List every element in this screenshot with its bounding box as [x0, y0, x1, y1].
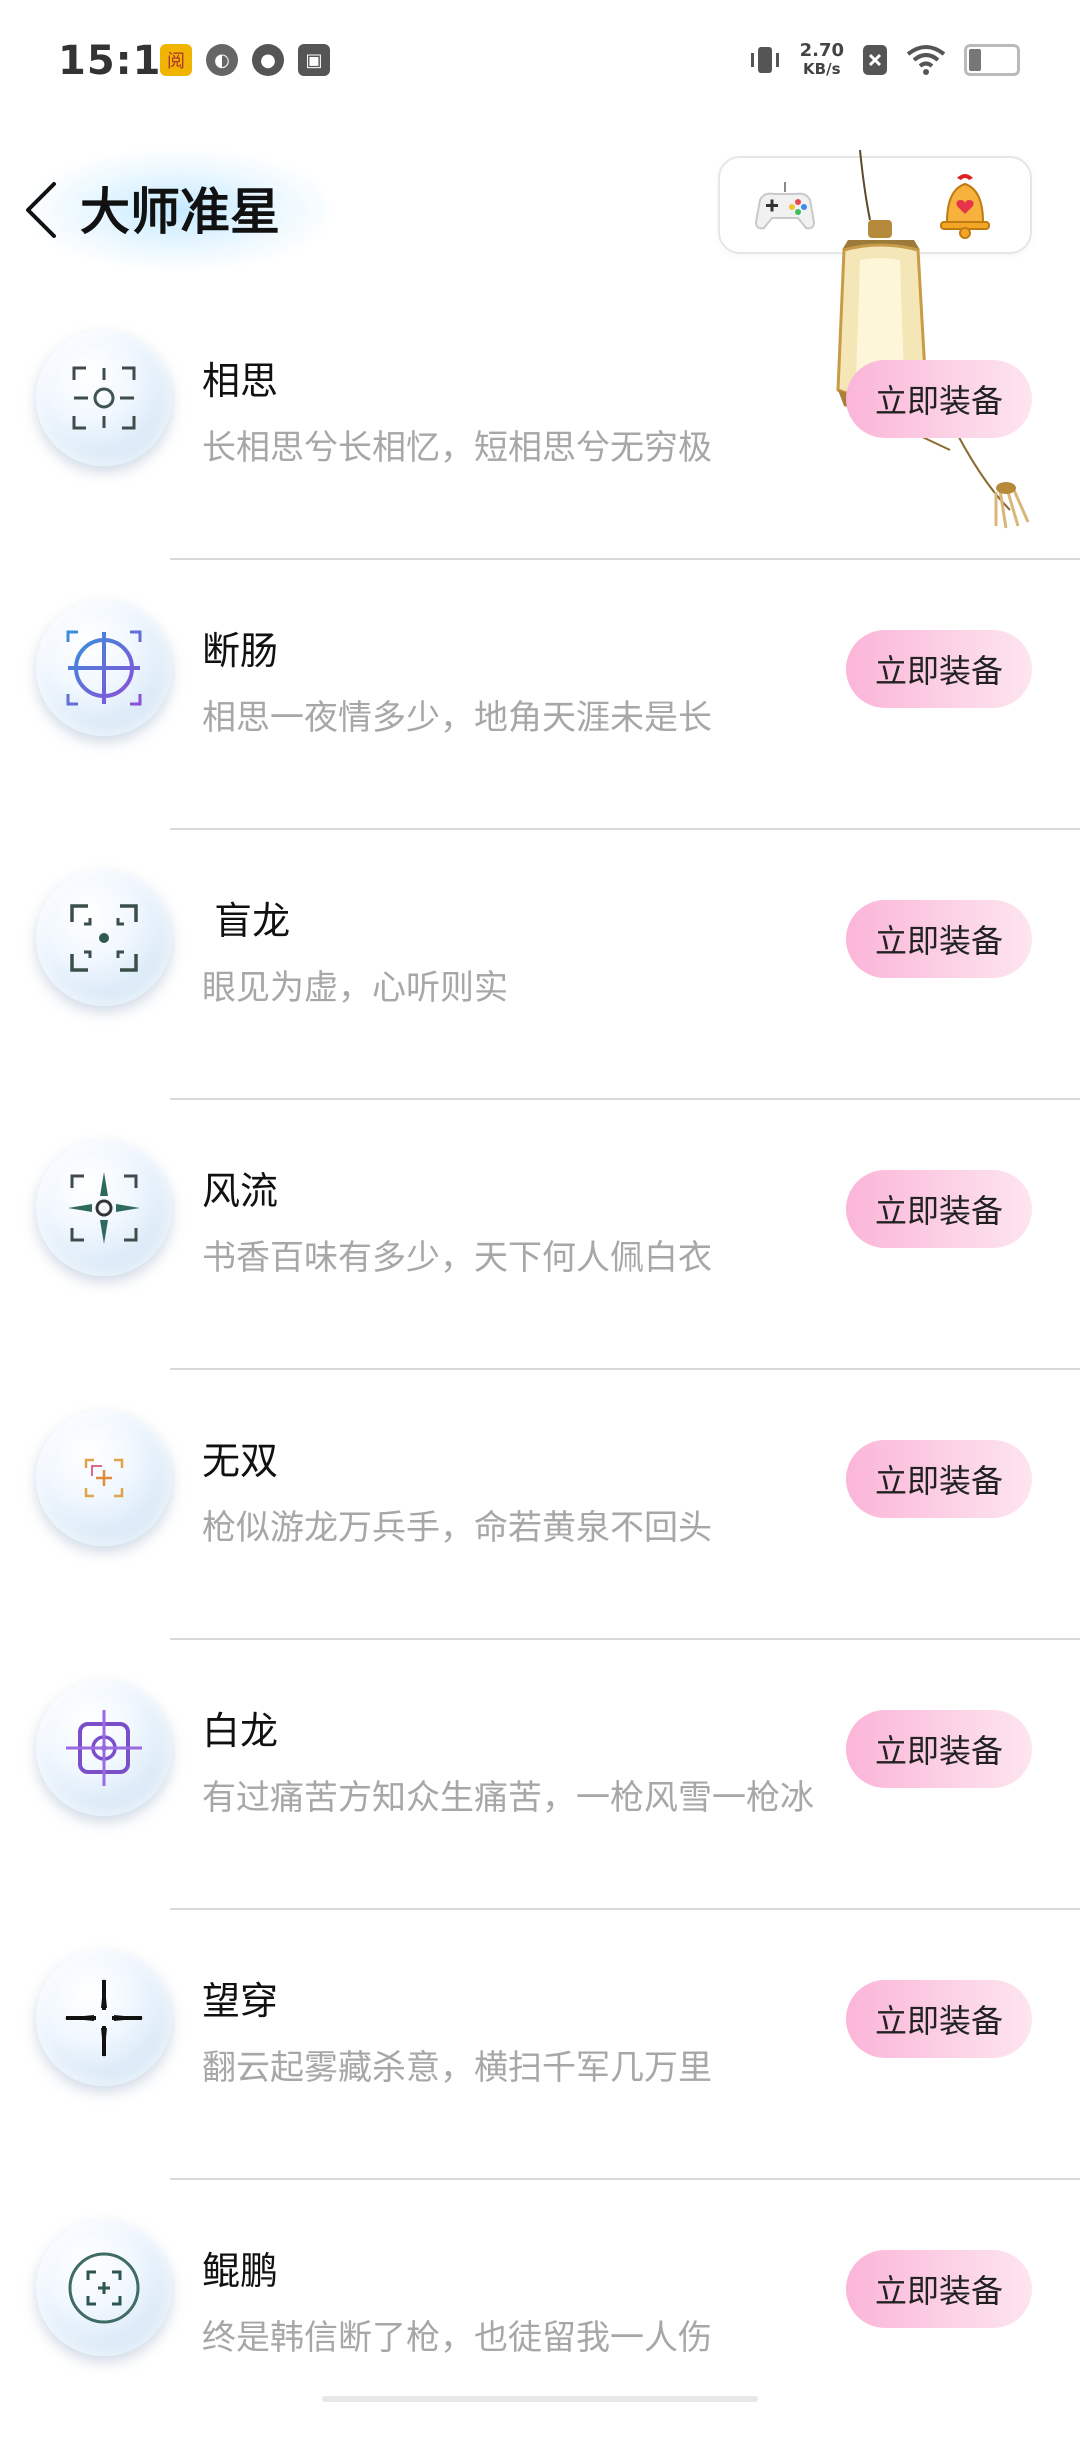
- item-subtitle: 枪似游龙万兵手，命若黄泉不回头: [202, 1508, 712, 1548]
- wifi-icon: [906, 45, 946, 75]
- equip-button[interactable]: 立即装备: [846, 900, 1032, 978]
- home-indicator[interactable]: [322, 2396, 758, 2402]
- square-crosshair-icon: [36, 1410, 172, 1546]
- item-title: 风流: [202, 1169, 279, 1213]
- crosshair-list: 相思 长相思兮长相忆，短相思兮无穷极 立即装备 断肠 相思一夜情多少，地角天涯未…: [0, 290, 1080, 2450]
- cat-app-icon: ●: [252, 44, 284, 76]
- cross-crosshair-icon: [36, 1950, 172, 2086]
- page-title: 大师准星: [80, 183, 280, 241]
- list-item: 白龙 有过痛苦方知众生痛苦，一枪风雪一枪冰 立即装备: [0, 1640, 1080, 1910]
- bracket-crosshair-icon: [36, 2220, 172, 2356]
- equip-button[interactable]: 立即装备: [846, 1980, 1032, 2058]
- equip-button[interactable]: 立即装备: [846, 2250, 1032, 2328]
- equip-button[interactable]: 立即装备: [846, 360, 1032, 438]
- gamepad-icon[interactable]: [750, 178, 820, 234]
- status-app-icons: 阅 ◐ ● ▣: [160, 44, 330, 76]
- purple-crosshair-icon: [36, 1680, 172, 1816]
- status-bar: 15:11 阅 ◐ ● ▣ 2.70 KB/s: [0, 0, 1080, 130]
- equip-button[interactable]: 立即装备: [846, 1170, 1032, 1248]
- bell-icon[interactable]: [935, 170, 995, 240]
- net-speed: 2.70 KB/s: [799, 40, 844, 79]
- item-title: 望穿: [202, 1979, 279, 2023]
- arrow-crosshair-icon: [36, 1140, 172, 1276]
- dot-crosshair-icon: [36, 870, 172, 1006]
- net-speed-unit: KB/s: [803, 60, 841, 78]
- item-title: 相思: [202, 359, 279, 403]
- list-item: 无双 枪似游龙万兵手，命若黄泉不回头 立即装备: [0, 1370, 1080, 1640]
- item-subtitle: 书香百味有多少，天下何人佩白衣: [202, 1238, 712, 1278]
- equip-button[interactable]: 立即装备: [846, 1440, 1032, 1518]
- vibrate-icon: [750, 47, 779, 73]
- list-item: 望穿 翻云起雾藏杀意，横扫千军几万里 立即装备: [0, 1910, 1080, 2180]
- equip-button[interactable]: 立即装备: [846, 630, 1032, 708]
- chevron-left-icon: [26, 182, 56, 238]
- reader-app-icon: 阅: [160, 44, 192, 76]
- item-title: 白龙: [202, 1709, 279, 1753]
- status-right-icons: 2.70 KB/s: [748, 42, 1020, 78]
- archive-app-icon: ▣: [298, 44, 330, 76]
- leaf-app-icon: ◐: [206, 44, 238, 76]
- item-subtitle: 终是韩信断了枪，也徒留我一人伤: [202, 2318, 712, 2358]
- item-title: 断肠: [202, 629, 279, 673]
- target-crosshair-icon: [36, 600, 172, 736]
- item-title: 鲲鹏: [202, 2249, 279, 2293]
- item-subtitle: 眼见为虚，心听则实: [202, 968, 508, 1008]
- item-subtitle: 有过痛苦方知众生痛苦，一枪风雪一枪冰: [202, 1778, 814, 1818]
- header: 大师准星: [0, 130, 1080, 290]
- battery-icon: [964, 44, 1020, 76]
- circle-crosshair-icon: [36, 330, 172, 466]
- net-speed-value: 2.70: [799, 40, 844, 61]
- list-item: 鲲鹏 终是韩信断了枪，也徒留我一人伤 立即装备: [0, 2180, 1080, 2450]
- item-subtitle: 翻云起雾藏杀意，横扫千军几万里: [202, 2048, 712, 2088]
- sim-off-icon: [863, 45, 887, 75]
- item-title: 无双: [202, 1439, 279, 1483]
- list-item: 风流 书香百味有多少，天下何人佩白衣 立即装备: [0, 1100, 1080, 1370]
- item-subtitle: 相思一夜情多少，地角天涯未是长: [202, 698, 712, 738]
- item-subtitle: 长相思兮长相忆，短相思兮无穷极: [202, 428, 712, 468]
- list-item: 盲龙 眼见为虚，心听则实 立即装备: [0, 830, 1080, 1100]
- list-item: 相思 长相思兮长相忆，短相思兮无穷极 立即装备: [0, 290, 1080, 560]
- back-button[interactable]: [14, 170, 70, 250]
- item-title: 盲龙: [202, 899, 291, 943]
- equip-button[interactable]: 立即装备: [846, 1710, 1032, 1788]
- list-item: 断肠 相思一夜情多少，地角天涯未是长 立即装备: [0, 560, 1080, 830]
